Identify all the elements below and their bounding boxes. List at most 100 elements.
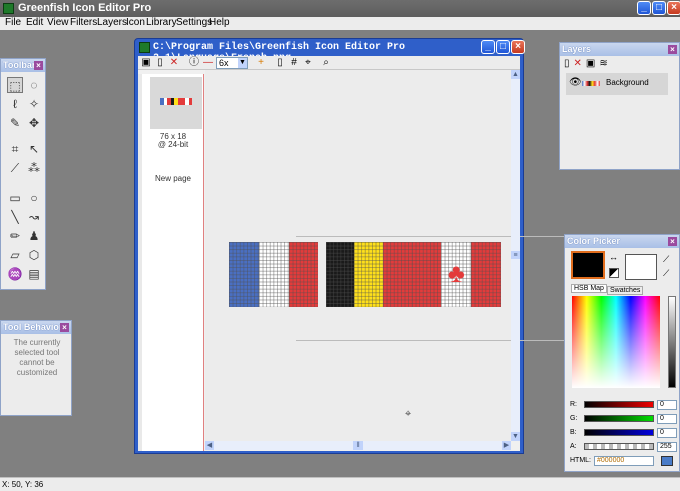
- tab-swatches[interactable]: Swatches: [607, 286, 644, 295]
- doc-minimize-button[interactable]: _: [481, 40, 495, 54]
- swap-colors-icon[interactable]: ↔: [609, 252, 618, 262]
- scroll-down-icon[interactable]: ▼: [511, 432, 520, 441]
- html-color-input[interactable]: #000000: [594, 456, 654, 466]
- new-page-button[interactable]: New page: [142, 174, 204, 183]
- brightness-slider[interactable]: [668, 296, 676, 388]
- doc-maximize-button[interactable]: □: [496, 40, 510, 54]
- page-view-icon[interactable]: ▯: [274, 57, 286, 69]
- menu-edit[interactable]: Edit: [26, 17, 43, 28]
- eyedropper-icon[interactable]: ⟋: [663, 254, 669, 265]
- line-tool-icon[interactable]: ╲: [7, 209, 23, 225]
- new-page-icon[interactable]: ▯: [154, 57, 166, 69]
- blue-slider[interactable]: [584, 429, 654, 436]
- pick-screen-icon[interactable]: ⟋: [663, 268, 669, 279]
- green-value[interactable]: 0: [657, 414, 677, 424]
- red-label: R:: [570, 401, 577, 408]
- menu-filters[interactable]: Filters: [70, 17, 97, 28]
- vertical-scrollbar[interactable]: ▲ ≡ ▼: [511, 70, 520, 441]
- app-title: Greenfish Icon Editor Pro: [18, 2, 152, 14]
- hsb-color-map[interactable]: [572, 296, 660, 388]
- secondary-color-swatch[interactable]: [625, 254, 657, 280]
- pages-pane: 76 x 18 @ 24-bit New page: [142, 74, 204, 451]
- menu-bar: File Edit View Filters Layers Icon Libra…: [0, 17, 680, 30]
- icon-canvas[interactable]: ♣: [229, 242, 501, 307]
- scroll-up-icon[interactable]: ▲: [511, 70, 520, 79]
- zoom-in-icon[interactable]: +: [255, 57, 267, 69]
- ellipse-select-tool-icon[interactable]: ◌: [26, 77, 42, 93]
- green-label: G:: [570, 415, 578, 422]
- delete-layer-icon[interactable]: ✕: [574, 58, 582, 69]
- reset-colors-icon[interactable]: [609, 268, 619, 278]
- color-picker-close-icon[interactable]: ×: [668, 237, 677, 246]
- doc-close-button[interactable]: ×: [511, 40, 525, 54]
- pencil-tool-icon[interactable]: ✏: [7, 228, 23, 244]
- app-maximize-button[interactable]: □: [652, 1, 666, 15]
- cursor-position: X: 50, Y: 36: [2, 480, 44, 489]
- crosshair-cursor-icon: ⌖: [405, 408, 412, 420]
- lasso-tool-icon[interactable]: ℓ: [7, 96, 23, 112]
- document-icon: [139, 42, 150, 53]
- tool-behavior-panel: Tool Behavior × The currently selected to…: [0, 320, 72, 416]
- layer-name: Background: [606, 78, 649, 87]
- menu-icon[interactable]: Icon: [126, 17, 145, 28]
- tool-behavior-close-icon[interactable]: ×: [60, 323, 69, 332]
- delete-icon[interactable]: ✕: [168, 57, 180, 69]
- crosshair-grid-icon[interactable]: ⌖: [302, 57, 314, 69]
- menu-file[interactable]: File: [5, 17, 21, 28]
- page-thumbnail[interactable]: [150, 77, 202, 129]
- red-slider[interactable]: [584, 401, 654, 408]
- fill-tool-icon[interactable]: ⬡: [26, 247, 42, 263]
- menu-library[interactable]: Library: [146, 17, 177, 28]
- app-minimize-button[interactable]: _: [637, 1, 651, 15]
- smudge-tool-icon[interactable]: ♒: [7, 266, 23, 282]
- layers-close-icon[interactable]: ×: [668, 45, 677, 54]
- scroll-thumb[interactable]: ≡: [511, 251, 520, 259]
- pointer-tool-icon[interactable]: ↖: [26, 141, 42, 157]
- gradient-tool-icon[interactable]: ▤: [26, 266, 42, 282]
- zoom-icon[interactable]: ⌕: [320, 57, 332, 69]
- menu-settings[interactable]: Settings: [176, 17, 212, 28]
- layer-properties-icon[interactable]: ▣: [586, 58, 595, 69]
- tab-hsb-map[interactable]: HSB Map: [571, 284, 607, 293]
- page-thumbnail-image: [160, 98, 193, 105]
- toolbar-close-icon[interactable]: ×: [34, 61, 43, 70]
- rectangle-tool-icon[interactable]: ▭: [7, 190, 23, 206]
- green-slider[interactable]: [584, 415, 654, 422]
- alpha-slider[interactable]: [584, 443, 654, 450]
- spray-tool-icon[interactable]: ⁂: [26, 160, 42, 176]
- eyedropper-tool-icon[interactable]: ⟋: [7, 160, 23, 176]
- move-tool-icon[interactable]: ✥: [26, 115, 42, 131]
- brush-tool-icon[interactable]: ♟: [26, 228, 42, 244]
- save-icon[interactable]: ▣: [140, 57, 152, 69]
- red-value[interactable]: 0: [657, 400, 677, 410]
- rect-select-tool-icon[interactable]: ⬚: [7, 77, 23, 93]
- menu-layers[interactable]: Layers: [97, 17, 127, 28]
- eraser-tool-icon[interactable]: ▱: [7, 247, 23, 263]
- menu-view[interactable]: View: [47, 17, 69, 28]
- grid-icon[interactable]: #: [288, 57, 300, 69]
- layers-title: Layers: [562, 44, 592, 54]
- scroll-left-icon[interactable]: ◀: [205, 441, 214, 450]
- horizontal-scrollbar[interactable]: ◀ ⦀ ▶: [205, 441, 511, 450]
- zoom-out-icon[interactable]: —: [202, 57, 214, 69]
- scroll-right-icon[interactable]: ▶: [502, 441, 511, 450]
- merge-layers-icon[interactable]: ≋: [599, 58, 607, 69]
- crop-tool-icon[interactable]: ⌗: [7, 141, 23, 157]
- h-scroll-thumb[interactable]: ⦀: [353, 441, 363, 450]
- eye-icon[interactable]: 👁: [569, 77, 582, 88]
- magic-wand-tool-icon[interactable]: ✧: [26, 96, 42, 112]
- color-sample-icon[interactable]: [661, 456, 673, 466]
- blue-value[interactable]: 0: [657, 428, 677, 438]
- ellipse-tool-icon[interactable]: ○: [26, 190, 42, 206]
- properties-icon[interactable]: ⓘ: [188, 57, 200, 69]
- menu-help[interactable]: Help: [209, 17, 230, 28]
- blue-label: B:: [570, 429, 577, 436]
- zoom-select[interactable]: 6x ▼: [216, 57, 248, 69]
- layer-item-background[interactable]: 👁 Background: [566, 73, 668, 95]
- pen-select-tool-icon[interactable]: ✎: [7, 115, 23, 131]
- primary-color-swatch[interactable]: [571, 251, 605, 279]
- new-layer-icon[interactable]: ▯: [564, 58, 570, 69]
- app-close-button[interactable]: ×: [667, 1, 680, 15]
- curve-tool-icon[interactable]: ↝: [26, 209, 42, 225]
- alpha-value[interactable]: 255: [657, 442, 677, 452]
